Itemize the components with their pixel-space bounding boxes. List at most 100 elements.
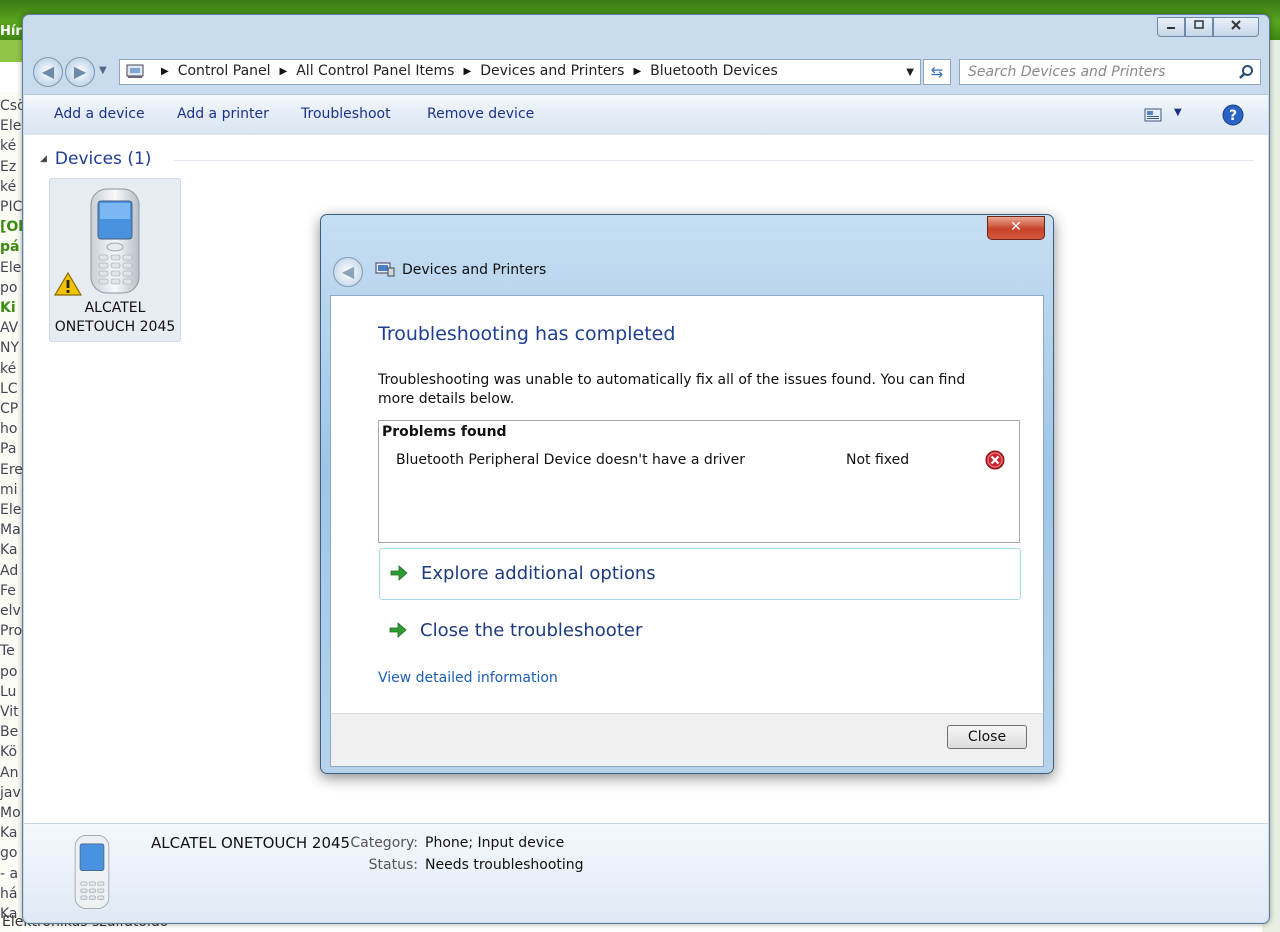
dialog-close-x-button[interactable]: ✕ [987,216,1045,240]
breadcrumb-separator[interactable]: ▶ [463,66,471,77]
background-text-fragment: [Ol [0,219,22,236]
search-icon[interactable] [1238,64,1254,80]
breadcrumb-separator[interactable]: ▶ [633,66,641,77]
mobile-phone-icon [74,835,110,909]
problems-found-header: Problems found [382,424,507,440]
warning-icon [54,271,82,296]
background-text-fragment: ké [0,360,17,377]
breadcrumb-all-items[interactable]: All Control Panel Items [296,63,454,79]
breadcrumb: ▶ Control Panel ▶ All Control Panel Item… [126,63,778,79]
background-text-fragment: Mo [0,805,21,821]
green-arrow-icon [390,565,408,581]
dialog-heading: Troubleshooting has completed [378,323,676,345]
collapse-triangle-icon[interactable]: ◢ [40,154,47,164]
recent-pages-dropdown[interactable]: ▼ [99,65,107,76]
background-text-fragment: LC [0,380,18,397]
details-pane: ALCATEL ONETOUCH 2045 Category: Phone; I… [24,823,1268,922]
background-text-fragment: Kö [0,744,18,761]
add-device-button[interactable]: Add a device [54,106,145,122]
address-bar[interactable]: ▶ Control Panel ▶ All Control Panel Item… [119,59,921,85]
breadcrumb-separator[interactable]: ▶ [161,66,169,77]
close-icon: ✕ [1010,219,1022,235]
search-input[interactable] [966,63,1230,81]
maximize-icon [1194,20,1204,29]
background-text-fragment: An [0,764,19,781]
close-troubleshooter-label: Close the troubleshooter [420,620,643,641]
dialog-message: Troubleshooting was unable to automatica… [378,372,966,407]
dialog-footer: Close [330,713,1044,767]
background-text-fragment: Lu [0,683,17,700]
devices-printers-app-icon [375,262,395,277]
background-text-fragment: Ele [0,259,22,276]
device-tile-alcatel[interactable]: ALCATEL ONETOUCH 2045 [49,178,181,342]
dialog-body: Troubleshooting has completed Troublesho… [330,295,1044,715]
background-text-fragment: Ki [0,300,16,316]
problems-found-box: Problems found Bluetooth Peripheral Devi… [378,420,1020,543]
refresh-button[interactable]: ⇆ [923,59,951,85]
background-text-fragment: Ele [0,118,22,135]
background-text-fragment: Ele [0,502,22,518]
device-name-label: ALCATEL ONETOUCH 2045 [54,300,176,335]
change-view-icon[interactable] [1144,108,1162,122]
mobile-phone-icon [90,188,140,294]
window-caption-buttons [1157,17,1259,37]
breadcrumb-separator[interactable]: ▶ [280,66,288,77]
background-text-fragment: Te [0,643,15,660]
background-text-fragment: Vit [0,704,19,720]
devices-group-label: Devices (1) [54,149,152,169]
background-text-fragment: Pa [0,441,17,458]
dialog-back-button[interactable]: ◀ [333,257,363,287]
troubleshooter-dialog: ✕ ◀ Devices and Printers Troubleshooting… [320,214,1054,774]
background-text-fragment: Fe [0,582,16,599]
background-text-fragment: po [0,663,18,680]
background-text-fragment: jav [0,784,21,801]
background-text-fragment: PIC [0,199,22,215]
back-arrow-icon: ◀ [341,262,355,281]
minimize-icon [1167,27,1175,29]
background-text-fragment: ho [0,421,18,438]
window-close-button[interactable] [1213,17,1259,37]
back-button[interactable]: ◀ [33,57,63,87]
view-options-dropdown-icon[interactable]: ▼ [1174,107,1182,118]
control-panel-icon [126,64,144,78]
back-arrow-icon: ◀ [41,62,55,81]
forward-button[interactable]: ▶ [65,57,95,87]
breadcrumb-bluetooth-devices[interactable]: Bluetooth Devices [650,63,778,79]
background-text-fragment: ké [0,178,17,195]
refresh-icon: ⇆ [930,63,944,81]
explore-additional-options-link[interactable]: Explore additional options [379,548,1021,600]
breadcrumb-control-panel[interactable]: Control Panel [178,63,271,79]
status-value: Needs troubleshooting [425,857,584,873]
close-troubleshooter-link[interactable]: Close the troubleshooter [379,606,1019,656]
view-detailed-information-link[interactable]: View detailed information [378,670,558,686]
background-text-fragment: CP [0,401,19,417]
close-button[interactable]: Close [947,725,1027,749]
address-dropdown-icon[interactable]: ▼ [906,67,914,78]
breadcrumb-devices-printers[interactable]: Devices and Printers [480,63,624,79]
background-text-fragment: mi [0,481,18,498]
help-icon[interactable]: ? [1222,104,1244,126]
svg-text:?: ? [1229,108,1237,124]
explore-additional-options-label: Explore additional options [421,563,656,584]
background-text-fragment: Ka [0,542,18,559]
search-box[interactable] [959,59,1261,85]
address-row: ◀ ▶ ▼ ▶ Control Panel ▶ All Control Pane… [29,55,1263,89]
background-text-fragment: Ka [0,825,18,842]
status-label: Status: [368,857,418,873]
devices-group-header[interactable]: ◢ Devices (1) [40,149,151,169]
minimize-button[interactable] [1157,17,1185,37]
category-value: Phone; Input device [425,835,565,851]
green-arrow-icon [389,622,407,638]
background-text-fragment: pá [0,239,20,256]
background-text-fragment: po [0,279,18,296]
troubleshoot-button[interactable]: Troubleshoot [301,106,391,122]
remove-device-button[interactable]: Remove device [427,106,534,122]
background-text-fragment: go [0,845,18,862]
background-text-fragment: AV [0,320,19,337]
background-text-fragment: Csö [0,98,22,114]
background-text-fragment: NY [0,340,20,357]
maximize-button[interactable] [1185,17,1213,37]
category-label: Category: [350,835,418,851]
background-text-fragment: - a [0,865,19,882]
add-printer-button[interactable]: Add a printer [177,106,269,122]
